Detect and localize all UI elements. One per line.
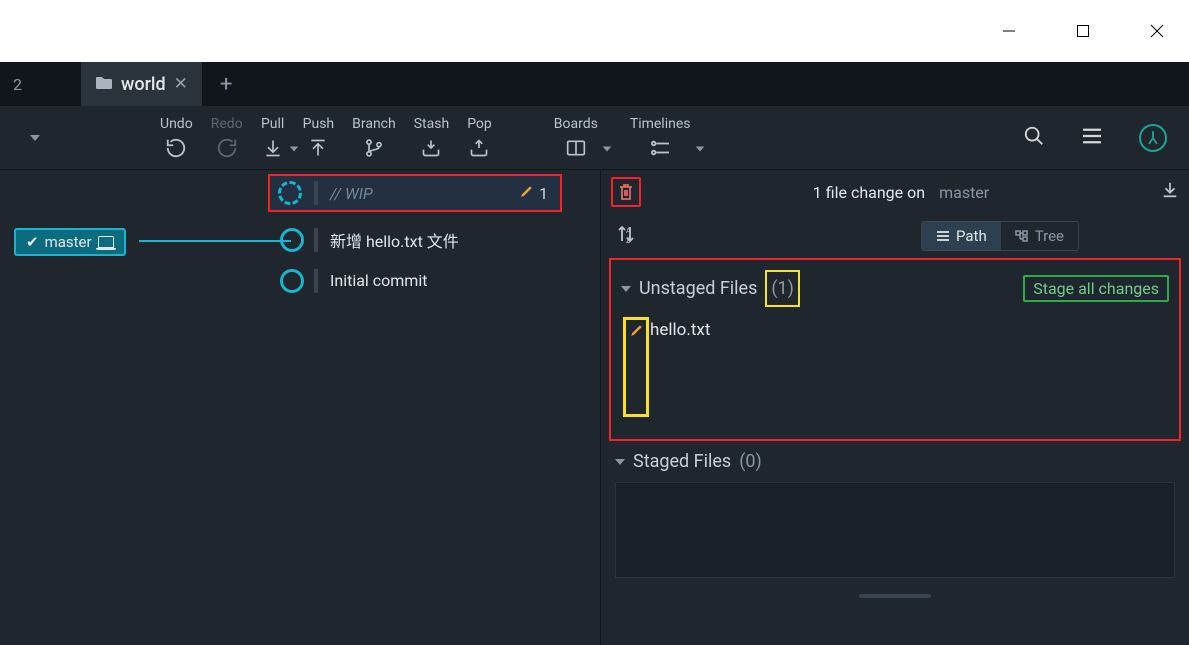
boards-button[interactable]: Boards bbox=[554, 116, 598, 160]
chevron-down-icon bbox=[615, 459, 625, 465]
toolbar: Undo Redo Pull Push Branch Stash bbox=[0, 106, 1189, 170]
tabs-bar: 2 world ✕ + bbox=[0, 62, 1189, 106]
tab-active[interactable]: world ✕ bbox=[81, 62, 202, 106]
resize-handle[interactable] bbox=[859, 594, 931, 598]
unstaged-section-highlight: Unstaged Files (1) Stage all changes hel… bbox=[609, 258, 1181, 441]
unstaged-header[interactable]: Unstaged Files (1) Stage all changes bbox=[617, 264, 1173, 313]
commit-node-icon bbox=[280, 269, 304, 293]
redo-button[interactable]: Redo bbox=[211, 116, 243, 160]
stash-button[interactable]: Stash bbox=[414, 116, 449, 160]
tab-previous-truncated[interactable]: 2 bbox=[0, 75, 26, 94]
unstaged-file-row[interactable]: hello.txt bbox=[617, 313, 1173, 421]
tab-label: world bbox=[121, 74, 166, 95]
view-tree-button[interactable]: Tree bbox=[1001, 222, 1078, 250]
sort-button[interactable]: AZ bbox=[617, 224, 635, 248]
commit-message: 新增 hello.txt 文件 bbox=[330, 228, 459, 252]
download-icon[interactable] bbox=[1161, 181, 1179, 203]
pull-button[interactable]: Pull bbox=[261, 116, 285, 160]
commit-message: Initial commit bbox=[330, 271, 427, 290]
modified-icon bbox=[623, 317, 649, 417]
staged-count: (0) bbox=[739, 451, 762, 472]
menu-button[interactable] bbox=[1081, 127, 1103, 149]
file-name: hello.txt bbox=[650, 317, 710, 417]
discard-all-button[interactable] bbox=[611, 177, 641, 207]
pop-button[interactable]: Pop bbox=[467, 116, 492, 160]
branch-button[interactable]: Branch bbox=[352, 116, 396, 160]
commit-row[interactable]: Initial commit bbox=[0, 260, 600, 301]
minimize-button[interactable] bbox=[989, 16, 1029, 46]
chevron-down-icon bbox=[621, 286, 631, 292]
folder-icon bbox=[95, 75, 113, 94]
changes-summary: 1 file change on master bbox=[813, 183, 989, 202]
search-button[interactable] bbox=[1023, 125, 1045, 151]
staged-header[interactable]: Staged Files (0) bbox=[601, 441, 1189, 478]
commit-graph: // WIP 1 ✔ master 新增 hell bbox=[0, 170, 600, 645]
stage-all-button[interactable]: Stage all changes bbox=[1023, 275, 1169, 302]
push-button[interactable]: Push bbox=[303, 116, 335, 160]
view-path-button[interactable]: Path bbox=[922, 222, 1001, 250]
undo-button[interactable]: Undo bbox=[160, 116, 193, 160]
repo-dropdown[interactable] bbox=[30, 135, 40, 141]
commit-row[interactable]: 新增 hello.txt 文件 bbox=[0, 219, 600, 260]
timelines-button[interactable]: Timelines bbox=[630, 116, 691, 160]
close-icon[interactable]: ✕ bbox=[174, 74, 188, 94]
staged-files-list bbox=[615, 482, 1175, 578]
svg-text:A: A bbox=[626, 227, 631, 235]
app-logo-icon[interactable] bbox=[1139, 124, 1167, 152]
new-tab-button[interactable]: + bbox=[202, 72, 250, 97]
commit-node-icon bbox=[280, 228, 304, 252]
svg-text:Z: Z bbox=[626, 237, 630, 244]
titlebar bbox=[0, 0, 1189, 62]
maximize-button[interactable] bbox=[1063, 16, 1103, 46]
changes-panel: 1 file change on master AZ Path bbox=[600, 170, 1189, 645]
close-button[interactable] bbox=[1137, 16, 1177, 46]
unstaged-count: (1) bbox=[765, 270, 800, 307]
